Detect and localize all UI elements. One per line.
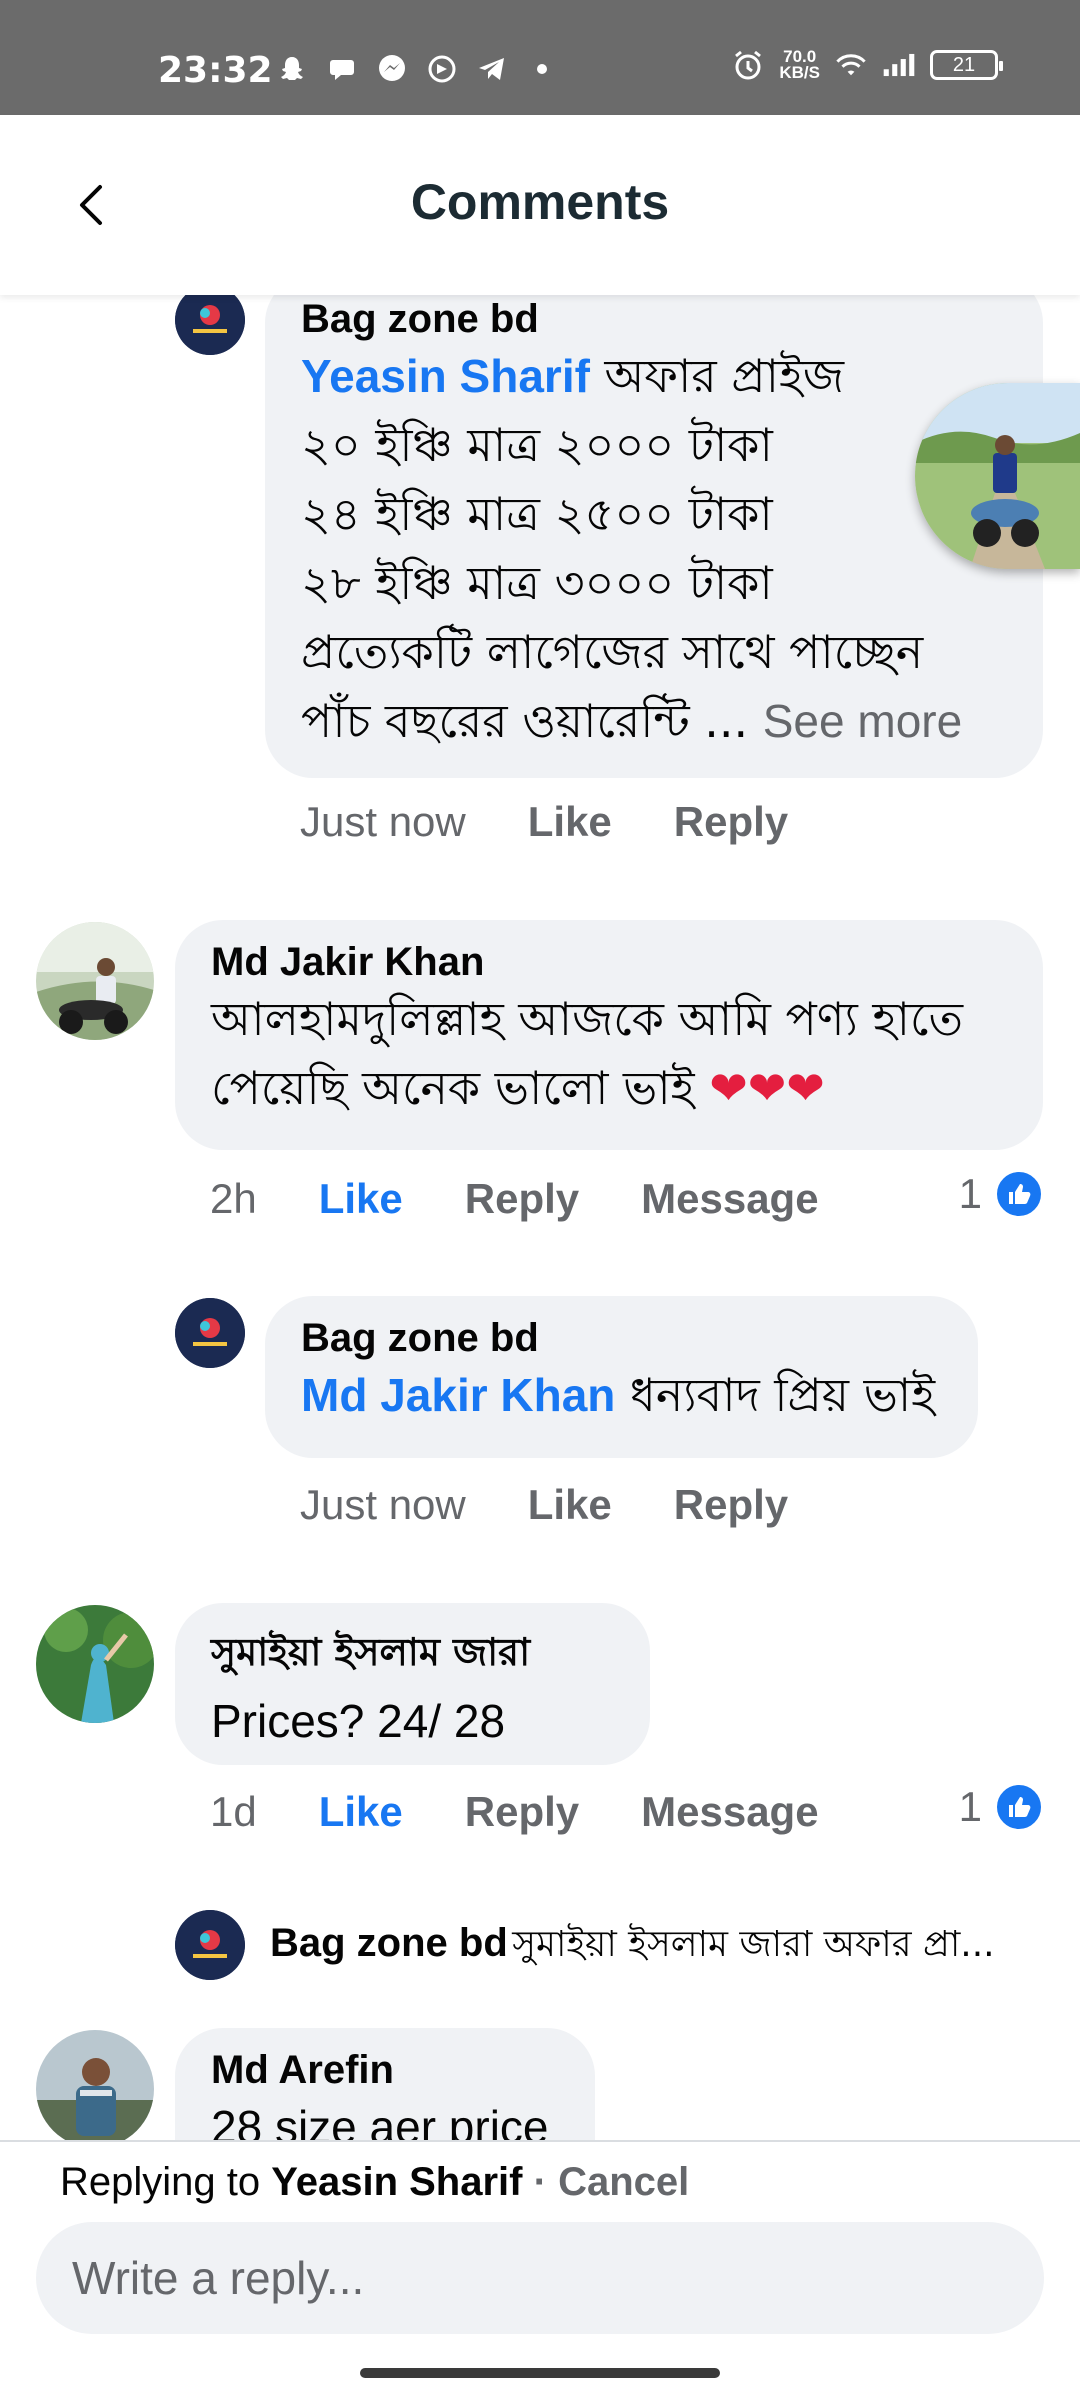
reaction-count[interactable]: 1 [959,1782,1044,1832]
replying-to-name: Yeasin Sharif [271,2160,523,2204]
reply-composer: Replying to Yeasin Sharif · Cancel [0,2140,1080,2400]
system-icons: 70.0 KB/S 21 [731,48,1003,82]
comment-bubble[interactable]: সুমাইয়া ইসলাম জারা Prices? 24/ 28 [175,1603,650,1765]
alarm-icon [731,48,765,82]
comment-line: অফার প্রাইজ [604,349,845,403]
avatar[interactable] [36,2030,154,2140]
message-button[interactable]: Message [641,1788,818,1836]
cancel-reply-button[interactable]: Cancel [558,2160,689,2204]
comment-bubble[interactable]: Bag zone bd Md Jakir Khan ধন্যবাদ প্রিয়… [265,1296,978,1458]
like-count: 1 [958,1783,982,1830]
replying-prefix: Replying to [60,2160,261,2204]
comment-line: ২৪ ইঞ্চি মাত্র ২৫০০ টাকা [301,487,773,541]
comment-time: Just now [300,1481,466,1528]
message-button[interactable]: Message [641,1175,818,1223]
reply-button[interactable]: Reply [674,798,788,846]
reply-button[interactable]: Reply [465,1788,579,1836]
chat-icon [325,52,359,86]
speed-unit: KB/S [779,63,820,82]
comment-line: প্রত্যেকটি লাগেজের সাথে পাচ্ছেন [301,625,924,679]
battery-icon: 21 [930,50,1003,80]
replying-to-banner: Replying to Yeasin Sharif · Cancel [60,2160,689,2205]
comment-time: 1d [210,1788,257,1835]
reply-button[interactable]: Reply [674,1481,788,1529]
reply-preview-text: সুমাইয়া ইসলাম জারা অফার প্রা... [512,1924,995,1965]
comment-line: ২৮ ইঞ্চি মাত্র ৩০০০ টাকা [301,556,773,610]
comment-author[interactable]: Md Jakir Khan [211,940,1007,985]
comment-actions: 2h Like Reply Message [210,1175,881,1223]
status-time: 23:32 [158,50,273,91]
comment-text: Md Jakir Khan ধন্যবাদ প্রিয় ভাই [301,1361,942,1430]
separator: · [533,2160,547,2204]
dot-icon [525,52,559,86]
home-indicator[interactable] [360,2368,720,2378]
comment-bubble[interactable]: Md Arefin 28 size aer price [175,2028,595,2140]
avatar[interactable] [175,1910,245,1980]
comment-text: আলহামদুলিল্লাহ আজকে আমি পণ্য হাতে পেয়েছ… [211,985,1007,1123]
thumbs-up-icon [994,1782,1044,1832]
avatar[interactable] [175,1298,245,1368]
comment-author[interactable]: Bag zone bd [301,297,1007,342]
comment-actions: Just now Like Reply [300,798,850,846]
comment-line: পাঁচ বছরের ওয়ারেন্টি ... [301,694,749,748]
comment-author[interactable]: Md Arefin [211,2048,559,2093]
comment-author: Bag zone bd [270,1921,508,1965]
comment-actions: 1d Like Reply Message [210,1788,881,1836]
wifi-icon [834,48,868,82]
avatar[interactable] [36,922,154,1040]
comment-line: আলহামদুলিল্লাহ আজকে আমি পণ্য হাতে [211,992,964,1046]
like-button[interactable]: Like [319,1175,403,1223]
mention-link[interactable]: Yeasin Sharif [301,350,590,402]
like-button[interactable]: Like [319,1788,403,1836]
reply-preview[interactable]: Bag zone bd সুমাইয়া ইসলাম জারা অফার প্র… [270,1917,1060,1977]
telegram-icon [475,52,509,86]
like-button[interactable]: Like [528,798,612,846]
signal-icon [882,48,916,82]
see-more-link[interactable]: See more [763,695,962,747]
comment-text: Prices? 24/ 28 [211,1695,506,1747]
avatar[interactable] [36,1605,154,1723]
heart-emoji: ❤❤❤ [709,1061,825,1115]
comment-line: ২০ ইঞ্চি মাত্র ২০০০ টাকা [301,418,773,472]
notification-icons [275,52,559,86]
comments-header: Comments [0,115,1080,295]
comment-line: ধন্যবাদ প্রিয় ভাই [630,1368,936,1422]
snapchat-icon [275,52,309,86]
reaction-count[interactable]: 1 [959,1169,1044,1219]
comment-bubble[interactable]: Bag zone bd Yeasin Sharif অফার প্রাইজ ২০… [265,295,1043,778]
like-button[interactable]: Like [528,1481,612,1529]
messenger-outline-icon [425,52,459,86]
comment-time: Just now [300,798,466,845]
reply-button[interactable]: Reply [465,1175,579,1223]
comment-actions: Just now Like Reply [300,1481,850,1529]
reply-input[interactable] [36,2222,1044,2334]
comment-bubble[interactable]: Md Jakir Khan আলহামদুলিল্লাহ আজকে আমি পণ… [175,920,1043,1150]
comment-line: পেয়েছি অনেক ভালো ভাই [211,1061,695,1115]
like-count: 1 [958,1170,982,1217]
comment-time: 2h [210,1175,257,1222]
network-speed: 70.0 KB/S [779,48,820,82]
avatar[interactable] [175,295,245,355]
comments-feed[interactable]: Bag zone bd Yeasin Sharif অফার প্রাইজ ২০… [0,295,1080,2140]
comment-author[interactable]: Bag zone bd [301,1316,942,1361]
mention-link[interactable]: Md Jakir Khan [301,1369,615,1421]
comment-text: Yeasin Sharif অফার প্রাইজ ২০ ইঞ্চি মাত্র… [301,342,1007,756]
comment-text: 28 size aer price [211,2101,549,2140]
messenger-icon [375,52,409,86]
comment-author[interactable]: সুমাইয়া ইসলাম জারা [211,1623,614,1687]
page-title: Comments [410,174,670,230]
status-bar: 23:32 70.0 KB/S 21 [0,0,1080,115]
thumbs-up-icon [994,1169,1044,1219]
